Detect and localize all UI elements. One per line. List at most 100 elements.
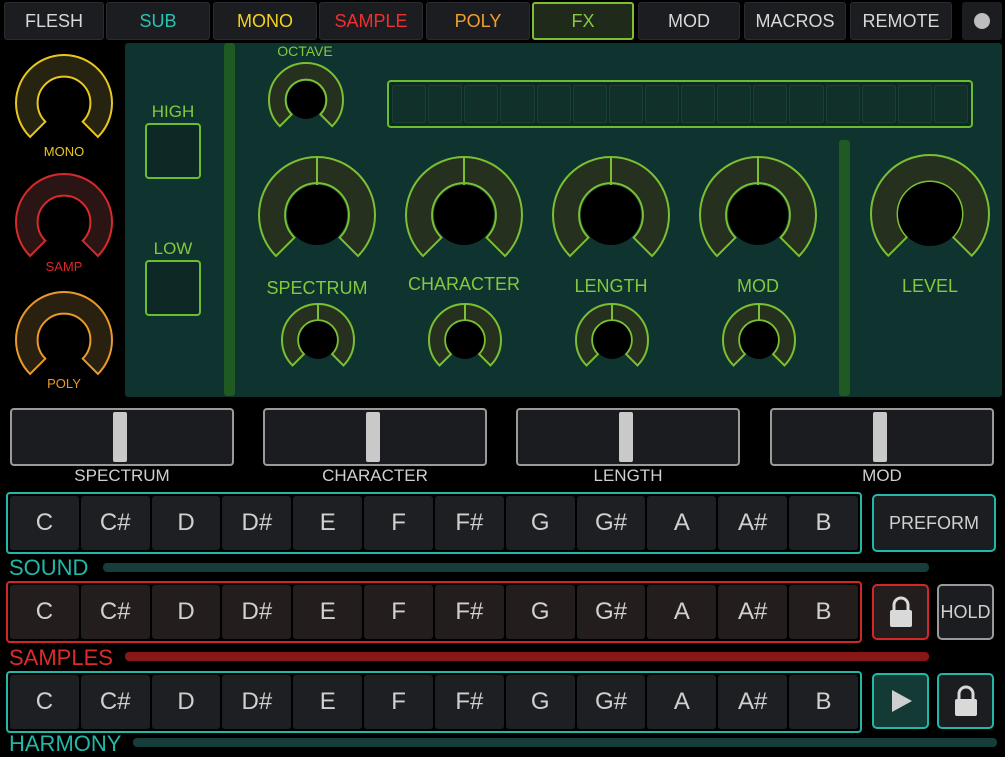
note-key-c-sharp[interactable]: C# [80,585,150,639]
note-key-g[interactable]: G [505,496,575,550]
note-key-f-sharp[interactable]: F# [434,675,504,729]
note-key-f-sharp[interactable]: F# [434,496,504,550]
spectrum-slider[interactable] [10,408,234,466]
level-knob[interactable] [869,153,991,275]
note-key-g[interactable]: G [505,675,575,729]
tab-flesh[interactable]: FLESH [4,2,104,40]
note-key-e[interactable]: E [293,585,363,639]
meter-segment [500,85,535,123]
sound-label: SOUND [9,555,89,580]
fx-divider-right [839,140,850,396]
slider-thumb[interactable] [873,412,887,462]
note-key-g-sharp[interactable]: G# [576,585,646,639]
meter-segment [825,85,860,123]
note-key-d[interactable]: D [151,675,221,729]
samples-keyboard: C C# D D# E F F# G G# A A# B [6,581,862,643]
tab-macros[interactable]: MACROS [744,2,846,40]
length-amount-knob[interactable] [574,302,650,378]
note-key-c[interactable]: C [10,675,79,729]
harmony-label: HARMONY [9,731,122,756]
meter-segment [861,85,896,123]
dot-icon [974,13,990,29]
tab-sub[interactable]: SUB [106,2,210,40]
meter-segment [753,85,788,123]
meter-segment [608,85,643,123]
note-key-a[interactable]: A [647,675,717,729]
character-knob[interactable] [404,155,524,275]
length-slider[interactable] [516,408,740,466]
mix-knob-samp[interactable]: SAMP [14,172,114,274]
play-icon [891,690,912,712]
note-key-d[interactable]: D [151,496,221,550]
note-key-e[interactable]: E [293,675,363,729]
record-indicator-button[interactable] [962,2,1002,40]
tab-mod[interactable]: MOD [638,2,740,40]
mod-slider[interactable] [770,408,994,466]
spectrum-amount-knob[interactable] [280,302,356,378]
spectrum-knob[interactable] [257,155,377,275]
sound-bar [103,563,929,572]
note-key-a[interactable]: A [647,496,717,550]
harmony-lock-button[interactable] [937,673,994,729]
note-key-b[interactable]: B [789,585,858,639]
note-key-b[interactable]: B [789,496,858,550]
play-button[interactable] [872,673,929,729]
character-amount-knob[interactable] [427,302,503,378]
note-key-b[interactable]: B [789,675,858,729]
meter-segment [681,85,716,123]
note-key-a-sharp[interactable]: A# [718,585,788,639]
note-key-a[interactable]: A [647,585,717,639]
note-key-a-sharp[interactable]: A# [718,675,788,729]
note-key-f[interactable]: F [364,585,433,639]
note-key-c[interactable]: C [10,496,79,550]
tab-mono[interactable]: MONO [213,2,317,40]
note-key-e[interactable]: E [293,496,363,550]
harmony-bar [133,738,997,747]
mix-knob-label: MONO [43,144,85,159]
low-button[interactable] [145,260,201,316]
note-key-d[interactable]: D [151,585,221,639]
meter-segment [897,85,932,123]
note-key-g-sharp[interactable]: G# [576,675,646,729]
note-key-d-sharp[interactable]: D# [222,675,292,729]
tab-remote[interactable]: REMOTE [850,2,952,40]
note-key-f-sharp[interactable]: F# [434,585,504,639]
note-key-c[interactable]: C [10,585,79,639]
note-key-f[interactable]: F [364,675,433,729]
length-label: LENGTH [574,276,648,296]
note-key-g-sharp[interactable]: G# [576,496,646,550]
mod-amount-knob[interactable] [721,302,797,378]
octave-knob[interactable] [267,61,345,139]
meter-segment [536,85,571,123]
low-label: LOW [153,239,193,258]
mix-knob-label: SAMP [45,259,83,274]
meter-segment [392,85,427,123]
mix-knob-mono[interactable]: MONO [14,53,114,159]
tab-fx[interactable]: FX [532,2,634,40]
length-slider-label: LENGTH [593,466,663,485]
character-slider[interactable] [263,408,487,466]
meter-segment [428,85,463,123]
mix-knob-poly[interactable]: POLY [14,290,114,391]
note-key-f[interactable]: F [364,496,433,550]
note-key-a-sharp[interactable]: A# [718,496,788,550]
tab-sample[interactable]: SAMPLE [319,2,423,40]
length-knob[interactable] [551,155,671,275]
high-button[interactable] [145,123,201,179]
character-label: CHARACTER [407,274,520,294]
slider-thumb[interactable] [366,412,380,462]
note-key-c-sharp[interactable]: C# [80,496,150,550]
note-key-d-sharp[interactable]: D# [222,496,292,550]
mix-knob-label: POLY [47,376,81,391]
preform-button[interactable]: PREFORM [872,494,996,552]
mod-knob[interactable] [698,155,818,275]
tab-poly[interactable]: POLY [426,2,530,40]
note-key-c-sharp[interactable]: C# [80,675,150,729]
note-key-g[interactable]: G [505,585,575,639]
slider-thumb[interactable] [619,412,633,462]
hold-button[interactable]: HOLD [937,584,994,640]
character-slider-label: CHARACTER [322,466,428,485]
samples-lock-button[interactable] [872,584,929,640]
note-key-d-sharp[interactable]: D# [222,585,292,639]
slider-thumb[interactable] [113,412,127,462]
